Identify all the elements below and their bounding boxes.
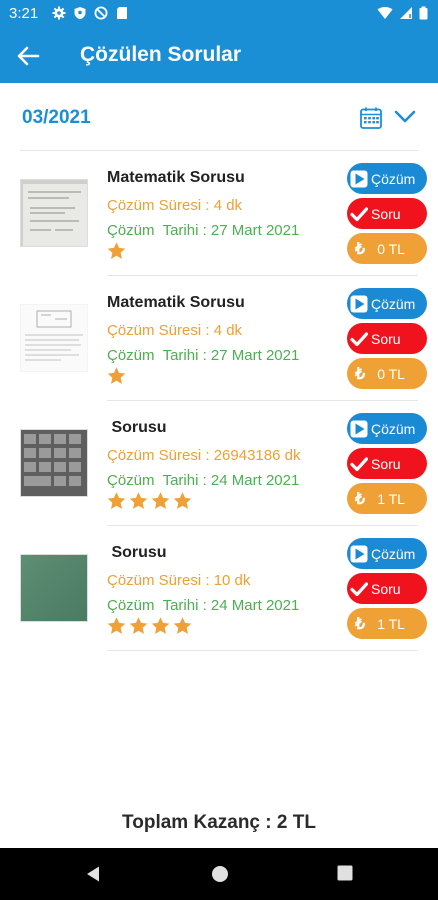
solution-button[interactable]: Çözüm <box>347 163 427 194</box>
page-title: Çözülen Sorular <box>80 43 242 66</box>
item-title: Matematik Sorusu <box>107 294 245 311</box>
earning-button[interactable]: ₺ 0 TL <box>347 358 427 389</box>
battery-icon <box>419 6 428 20</box>
divider <box>107 650 418 651</box>
rating-stars <box>106 616 193 636</box>
question-thumbnail[interactable] <box>20 179 88 247</box>
keyboard-photo-image <box>21 430 87 496</box>
navigation-bar <box>0 848 438 900</box>
check-icon <box>350 455 368 473</box>
sd-card-icon <box>117 7 127 19</box>
question-button-label: Soru <box>371 455 401 472</box>
block-icon <box>94 6 108 20</box>
solution-button-label: Çözüm <box>371 295 416 312</box>
item-date: Çözüm Tarihi : 27 Mart 2021 <box>107 222 300 239</box>
play-icon <box>350 295 368 313</box>
question-button[interactable]: Soru <box>347 573 427 604</box>
earning-button[interactable]: ₺ 1 TL <box>347 483 427 514</box>
star-icon <box>106 366 127 386</box>
question-button[interactable]: Soru <box>347 323 427 354</box>
check-icon <box>350 580 368 598</box>
list-item[interactable]: Matematik Sorusu Çözüm Süresi : 4 dk Çöz… <box>0 151 438 276</box>
total-earnings: Toplam Kazanç : 2 TL <box>122 812 316 833</box>
lira-icon: ₺ <box>355 615 366 633</box>
check-icon <box>350 330 368 348</box>
rating-stars <box>106 366 127 386</box>
item-date: Çözüm Tarihi : 27 Mart 2021 <box>107 347 300 364</box>
question-button[interactable]: Soru <box>347 198 427 229</box>
app-bar: Çözülen Sorular <box>0 28 438 83</box>
solution-button[interactable]: Çözüm <box>347 538 427 569</box>
green-photo-image <box>21 555 87 621</box>
arrow-left-icon[interactable] <box>14 43 42 69</box>
question-button-label: Soru <box>371 205 401 222</box>
star-icon <box>150 491 171 511</box>
star-icon <box>128 491 149 511</box>
play-icon <box>350 545 368 563</box>
calendar-icon[interactable] <box>359 106 383 130</box>
question-thumbnail[interactable] <box>20 554 88 622</box>
star-icon <box>106 616 127 636</box>
star-icon <box>150 616 171 636</box>
item-date: Çözüm Tarihi : 24 Mart 2021 <box>107 597 300 614</box>
solution-button-label: Çözüm <box>371 545 416 562</box>
signal-icon <box>400 7 412 19</box>
star-icon <box>128 616 149 636</box>
solution-button-label: Çözüm <box>371 170 416 187</box>
list-item[interactable]: Sorusu Çözüm Süresi : 10 dk Çözüm Tarihi… <box>0 526 438 651</box>
month-label[interactable]: 03/2021 <box>22 107 91 129</box>
item-duration: Çözüm Süresi : 4 dk <box>107 322 243 339</box>
rating-stars <box>106 241 127 261</box>
status-time: 3:21 <box>9 5 39 22</box>
question-button-label: Soru <box>371 580 401 597</box>
earning-label: 1 TL <box>377 490 405 507</box>
nav-back-icon[interactable] <box>84 865 102 883</box>
question-button-label: Soru <box>371 330 401 347</box>
status-icons-left <box>52 6 129 20</box>
item-title: Matematik Sorusu <box>107 169 245 186</box>
play-icon <box>350 420 368 438</box>
earning-button[interactable]: ₺ 1 TL <box>347 608 427 639</box>
item-duration: Çözüm Süresi : 26943186 dk <box>107 447 301 464</box>
item-duration: Çözüm Süresi : 10 dk <box>107 572 251 589</box>
item-duration: Çözüm Süresi : 4 dk <box>107 197 243 214</box>
item-date: Çözüm Tarihi : 24 Mart 2021 <box>107 472 300 489</box>
lira-icon: ₺ <box>355 365 366 383</box>
solution-button[interactable]: Çözüm <box>347 413 427 444</box>
chevron-down-icon[interactable] <box>393 108 417 126</box>
solution-button-label: Çözüm <box>371 420 416 437</box>
question-thumbnail[interactable] <box>20 304 88 372</box>
star-icon <box>106 241 127 261</box>
shield-icon <box>74 7 86 20</box>
list-item[interactable]: Matematik Sorusu Çözüm Süresi : 4 dk Çöz… <box>0 276 438 401</box>
diagram-photo-image <box>21 305 87 371</box>
play-icon <box>350 170 368 188</box>
nav-recents-icon[interactable] <box>337 865 353 881</box>
item-title: Sorusu <box>107 544 167 561</box>
earning-label: 0 TL <box>377 365 405 382</box>
wifi-icon <box>377 7 393 20</box>
nav-home-icon[interactable] <box>211 865 229 883</box>
star-icon <box>172 491 193 511</box>
star-icon <box>172 616 193 636</box>
lira-icon: ₺ <box>355 240 366 258</box>
solution-button[interactable]: Çözüm <box>347 288 427 319</box>
earning-label: 1 TL <box>377 615 405 632</box>
status-bar: 3:21 <box>0 0 438 28</box>
question-thumbnail[interactable] <box>20 429 88 497</box>
check-icon <box>350 205 368 223</box>
star-icon <box>106 491 127 511</box>
earning-button[interactable]: ₺ 0 TL <box>347 233 427 264</box>
paper-photo-image <box>21 180 87 246</box>
item-title: Sorusu <box>107 419 167 436</box>
rating-stars <box>106 491 193 511</box>
status-icons-right <box>377 6 428 20</box>
earning-label: 0 TL <box>377 240 405 257</box>
list-item[interactable]: Sorusu Çözüm Süresi : 26943186 dk Çözüm … <box>0 401 438 526</box>
question-button[interactable]: Soru <box>347 448 427 479</box>
gear-icon <box>52 6 66 20</box>
lira-icon: ₺ <box>355 490 366 508</box>
